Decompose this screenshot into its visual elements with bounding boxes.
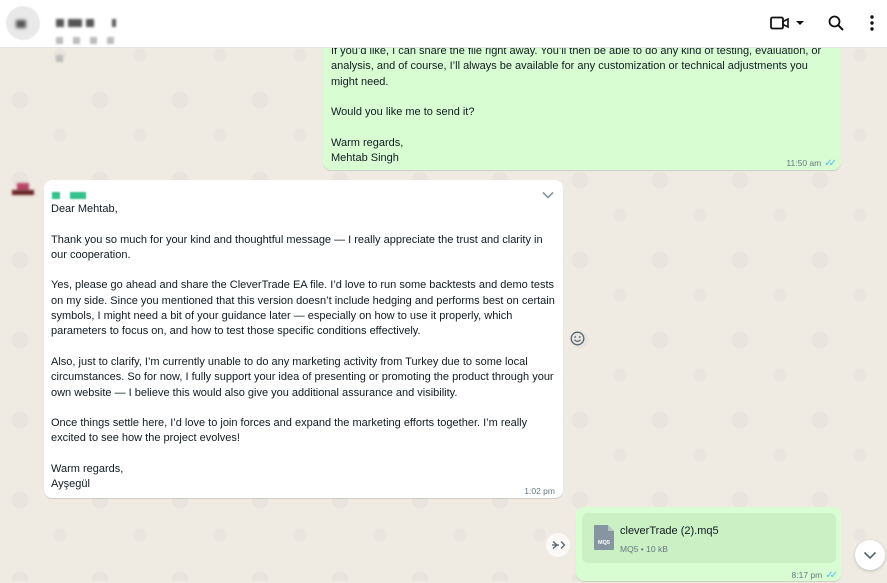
menu-icon bbox=[870, 15, 874, 31]
chevron-down-icon bbox=[796, 21, 804, 25]
chevron-down-icon bbox=[863, 551, 877, 559]
message-bubble-outgoing-file[interactable]: MQ5 cleverTrade (2).mq5 MQ5 • 10 kB 8:17… bbox=[576, 507, 842, 581]
read-ticks-icon: ✓✓ bbox=[824, 158, 837, 169]
forward-icon bbox=[552, 541, 566, 549]
smiley-icon bbox=[570, 331, 585, 346]
message-paragraph: Yes, please go ahead and share the Cleve… bbox=[51, 279, 555, 338]
contact-name-redacted[interactable] bbox=[56, 14, 124, 27]
document-details: MQ5 • 10 kB bbox=[620, 542, 668, 557]
message-paragraph: Warm regards, Mehtab Singh bbox=[331, 136, 404, 165]
message-paragraph: If you’d like, I can share the file righ… bbox=[331, 45, 822, 88]
contact-avatar[interactable] bbox=[6, 6, 40, 40]
document-type-label: MQ5 bbox=[598, 540, 610, 546]
message-bubble-outgoing[interactable]: If you’d like, I can share the file righ… bbox=[323, 30, 841, 170]
chat-header bbox=[0, 0, 887, 62]
message-time: 1:02 pm bbox=[524, 486, 555, 496]
message-paragraph: Thank you so much for your kind and thou… bbox=[51, 233, 543, 261]
search-button[interactable] bbox=[825, 12, 847, 34]
message-text: Dear Mehtab, Thank you so much for your … bbox=[51, 202, 559, 493]
search-icon bbox=[828, 15, 844, 31]
message-paragraph: Dear Mehtab, bbox=[51, 203, 118, 215]
message-paragraph: Warm regards, Ayşegül bbox=[51, 463, 124, 491]
sender-name-redacted bbox=[52, 189, 96, 199]
document-attachment[interactable]: MQ5 cleverTrade (2).mq5 MQ5 • 10 kB bbox=[582, 513, 836, 563]
document-filename: cleverTrade (2).mq5 bbox=[620, 525, 719, 537]
forward-button[interactable] bbox=[546, 533, 570, 557]
scroll-to-bottom-button[interactable] bbox=[855, 540, 885, 570]
video-call-icon bbox=[770, 16, 789, 30]
message-meta: 11:50 am ✓✓ bbox=[786, 156, 837, 170]
document-size: 10 kB bbox=[646, 544, 668, 554]
message-options-chevron-icon[interactable] bbox=[541, 188, 555, 202]
header-actions bbox=[769, 12, 877, 34]
message-time: 11:50 am bbox=[786, 158, 822, 168]
message-paragraph: Would you like me to send it? bbox=[331, 106, 475, 119]
message-paragraph: Also, just to clarify, I’m currently una… bbox=[51, 355, 554, 399]
message-bubble-incoming[interactable]: Dear Mehtab, Thank you so much for your … bbox=[44, 180, 563, 498]
video-call-button[interactable] bbox=[769, 12, 805, 34]
contact-status-redacted bbox=[56, 31, 136, 62]
sender-avatar[interactable] bbox=[10, 181, 38, 201]
document-file-icon: MQ5 bbox=[594, 525, 614, 550]
message-paragraph: Once things settle here, I’d love to joi… bbox=[51, 417, 528, 445]
message-text: If you’d like, I can share the file righ… bbox=[331, 44, 831, 166]
document-type: MQ5 bbox=[620, 544, 639, 554]
menu-button[interactable] bbox=[867, 12, 877, 34]
message-meta: 1:02 pm bbox=[524, 484, 555, 499]
react-emoji-button[interactable] bbox=[568, 329, 587, 348]
